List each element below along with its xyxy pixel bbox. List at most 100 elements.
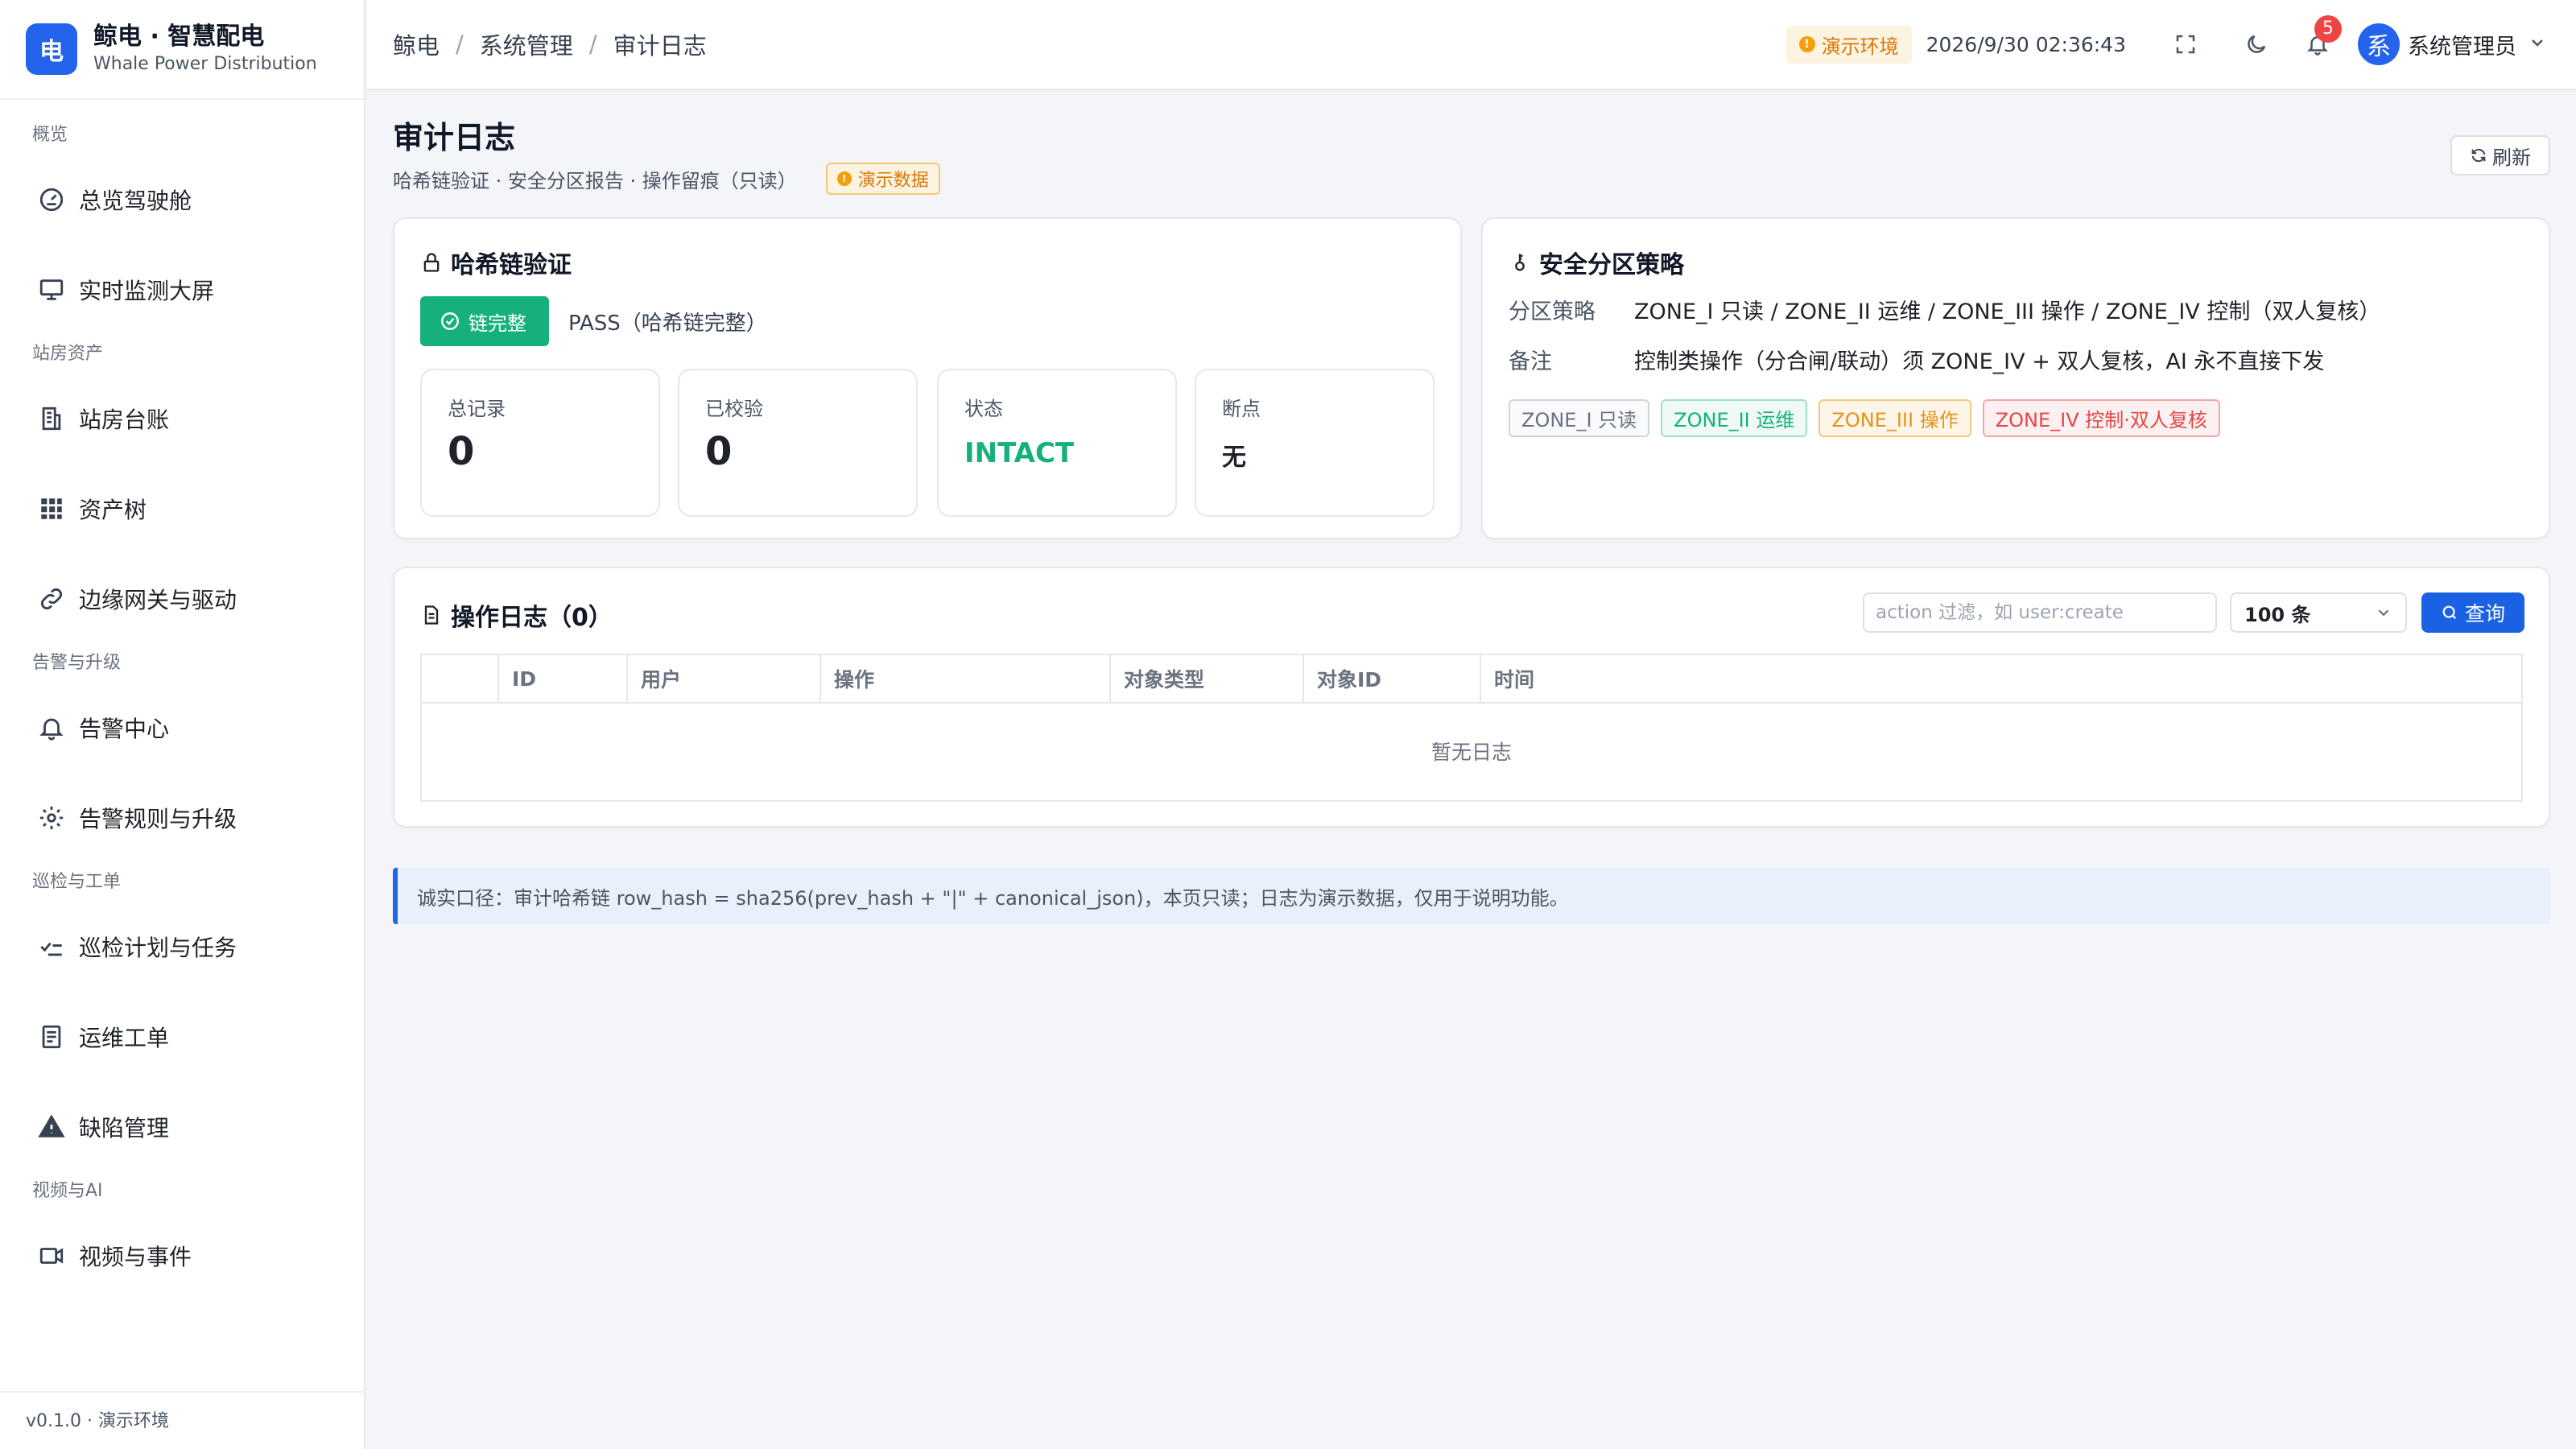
- sidebar-item-monitor[interactable]: 实时监测大屏: [0, 245, 364, 335]
- sidebar-item-video[interactable]: 视频与事件: [0, 1211, 364, 1301]
- table-header-time[interactable]: 时间: [1480, 655, 2521, 702]
- stat-verified: 已校验 0: [678, 369, 918, 517]
- key-icon: [1515, 254, 1525, 271]
- table-empty-state: 暂无日志: [420, 702, 2523, 802]
- env-badge-label: 演示环境: [1821, 35, 1899, 58]
- check-circle-icon: [441, 312, 459, 330]
- policy-value: ZONE_I 只读 / ZONE_II 运维 / ZONE_III 操作 / Z…: [1634, 299, 2381, 324]
- dark-mode-icon[interactable]: [2239, 27, 2274, 62]
- notification-bell-icon[interactable]: 5: [2300, 15, 2342, 62]
- page-subtitle: 哈希链验证 · 安全分区报告 · 操作留痕（只读）: [393, 169, 797, 192]
- demo-data-tag: ! 演示数据: [825, 163, 940, 195]
- sidebar-item-inspection-plans[interactable]: 巡检计划与任务: [0, 902, 364, 992]
- building-icon: [37, 404, 66, 433]
- nav-group-inspection: 巡检与工单: [32, 872, 122, 892]
- zone-tag: ZONE_III 操作: [1818, 399, 1971, 437]
- sidebar-item-defects[interactable]: 缺陷管理: [0, 1082, 364, 1172]
- action-filter-input[interactable]: action 过滤，如 user:create: [1863, 592, 2217, 633]
- clock: 2026/9/30 02:36:43: [1926, 32, 2126, 56]
- info-icon: !: [1798, 36, 1815, 52]
- header-actions: ! 演示环境 2026/9/30 02:36:43 5 系 系统管理员: [1785, 15, 2576, 65]
- brand[interactable]: 电 鲸电 · 智慧配电 Whale Power Distribution: [0, 0, 364, 100]
- refresh-button[interactable]: 刷新: [2450, 135, 2550, 175]
- operation-log-card: 操作日志（0） action 过滤，如 user:create 100 条 查询…: [393, 567, 2550, 828]
- nav-group-overview: 概览: [32, 125, 68, 145]
- chain-status-label: 链完整: [469, 312, 526, 335]
- breadcrumb-separator: /: [588, 31, 597, 58]
- page-title: 审计日志: [393, 120, 516, 155]
- chevron-down-icon[interactable]: [2528, 33, 2547, 56]
- limit-select[interactable]: 100 条: [2230, 592, 2407, 633]
- zone-tags: ZONE_I 只读 ZONE_II 运维 ZONE_III 操作 ZONE_IV…: [1509, 399, 2231, 437]
- sidebar-item-label: 视频与事件: [79, 1244, 192, 1270]
- security-zone-card: 安全分区策略 分区策略 ZONE_I 只读 / ZONE_II 运维 / ZON…: [1481, 217, 2550, 539]
- table-header-select[interactable]: [422, 655, 497, 702]
- sidebar-item-label: 总览驾驶舱: [79, 188, 192, 214]
- checklist-icon: [37, 932, 66, 961]
- brand-subtitle: Whale Power Distribution: [93, 54, 317, 74]
- search-icon: [2442, 605, 2457, 620]
- fullscreen-icon[interactable]: [2168, 27, 2203, 62]
- table-header-object-id[interactable]: 对象ID: [1302, 655, 1480, 702]
- chain-status-text: PASS（哈希链完整）: [568, 311, 767, 336]
- main-content: 审计日志 哈希链验证 · 安全分区报告 · 操作留痕（只读） ! 演示数据 刷新…: [393, 90, 2550, 924]
- log-card-header: 操作日志（0）: [420, 597, 613, 633]
- nav-group-alarms: 告警与升级: [32, 653, 122, 673]
- chevron-down-icon: [2378, 609, 2389, 617]
- log-table-header: ID 用户 操作 对象类型 对象ID 时间: [420, 654, 2523, 704]
- breadcrumb-separator: /: [456, 31, 464, 58]
- table-header-action[interactable]: 操作: [819, 655, 1109, 702]
- user-name[interactable]: 系统管理员: [2408, 29, 2516, 60]
- sidebar-item-asset-tree[interactable]: 资产树: [0, 464, 364, 554]
- sidebar-item-alarm-center[interactable]: 告警中心: [0, 683, 364, 773]
- sidebar-item-label: 资产树: [79, 497, 147, 523]
- info-icon: !: [836, 171, 852, 186]
- sidebar-item-label: 缺陷管理: [79, 1115, 170, 1141]
- refresh-label: 刷新: [2492, 146, 2531, 169]
- sidebar-item-alarm-rules[interactable]: 告警规则与升级: [0, 773, 364, 863]
- page-subtitle-row: 哈希链验证 · 安全分区报告 · 操作留痕（只读） ! 演示数据: [393, 163, 2550, 195]
- table-header-object-type[interactable]: 对象类型: [1109, 655, 1302, 702]
- note-value: 控制类操作（分合闸/联动）须 ZONE_IV + 双人复核，AI 永不直接下发: [1634, 349, 2325, 374]
- table-header-user[interactable]: 用户: [626, 655, 819, 702]
- monitor-icon: [37, 275, 66, 304]
- hash-card-title: 哈希链验证: [451, 251, 572, 279]
- brand-title: 鲸电 · 智慧配电: [93, 23, 265, 51]
- policy-label: 分区策略: [1509, 299, 1596, 324]
- sidebar-item-gateways[interactable]: 边缘网关与驱动: [0, 554, 364, 644]
- sidebar-item-label: 巡检计划与任务: [79, 935, 237, 961]
- query-button[interactable]: 查询: [2421, 592, 2524, 633]
- sidebar-item-work-orders[interactable]: 运维工单: [0, 992, 364, 1082]
- hash-card-header: 哈希链验证: [420, 245, 572, 280]
- video-icon: [37, 1241, 66, 1270]
- stat-total-records: 总记录 0: [420, 369, 660, 517]
- top-header: 鲸电 / 系统管理 / 审计日志 ! 演示环境 2026/9/30 02:36:…: [367, 0, 2576, 90]
- zone-policy-row: 分区策略 ZONE_I 只读 / ZONE_II 运维 / ZONE_III 操…: [1509, 296, 2380, 328]
- query-label: 查询: [2464, 602, 2505, 625]
- stat-value: 0: [448, 429, 475, 474]
- breadcrumb-item[interactable]: 鲸电: [393, 27, 440, 61]
- note-label: 备注: [1509, 349, 1552, 374]
- link-icon: [37, 584, 66, 613]
- lock-icon: [423, 253, 440, 272]
- table-header-id[interactable]: ID: [497, 655, 626, 702]
- notification-count-badge: 5: [2314, 15, 2342, 43]
- limit-select-value: 100 条: [2244, 603, 2311, 626]
- stat-label: 总记录: [448, 398, 506, 420]
- hash-chain-card: 哈希链验证 链完整 PASS（哈希链完整） 总记录 0 已校验 0 状态 INT…: [393, 217, 1462, 539]
- breadcrumb-item[interactable]: 系统管理: [480, 27, 573, 61]
- sidebar-item-dashboard[interactable]: 总览驾驶舱: [0, 155, 364, 245]
- sidebar-item-stations[interactable]: 站房台账: [0, 374, 364, 464]
- bell-icon: [37, 713, 66, 742]
- breadcrumb: 鲸电 / 系统管理 / 审计日志: [367, 27, 707, 61]
- zone-tag: ZONE_IV 控制·双人复核: [1982, 399, 2220, 437]
- zone-tag: ZONE_I 只读: [1509, 399, 1650, 437]
- stat-value: 无: [1222, 444, 1246, 472]
- document-icon: [424, 605, 439, 625]
- stat-value: INTACT: [964, 437, 1075, 469]
- sidebar-item-label: 站房台账: [79, 407, 170, 433]
- stat-status: 状态 INTACT: [937, 369, 1177, 517]
- sidebar-item-label: 告警规则与升级: [79, 806, 237, 832]
- avatar[interactable]: 系: [2358, 23, 2400, 65]
- stat-label: 状态: [964, 398, 1003, 420]
